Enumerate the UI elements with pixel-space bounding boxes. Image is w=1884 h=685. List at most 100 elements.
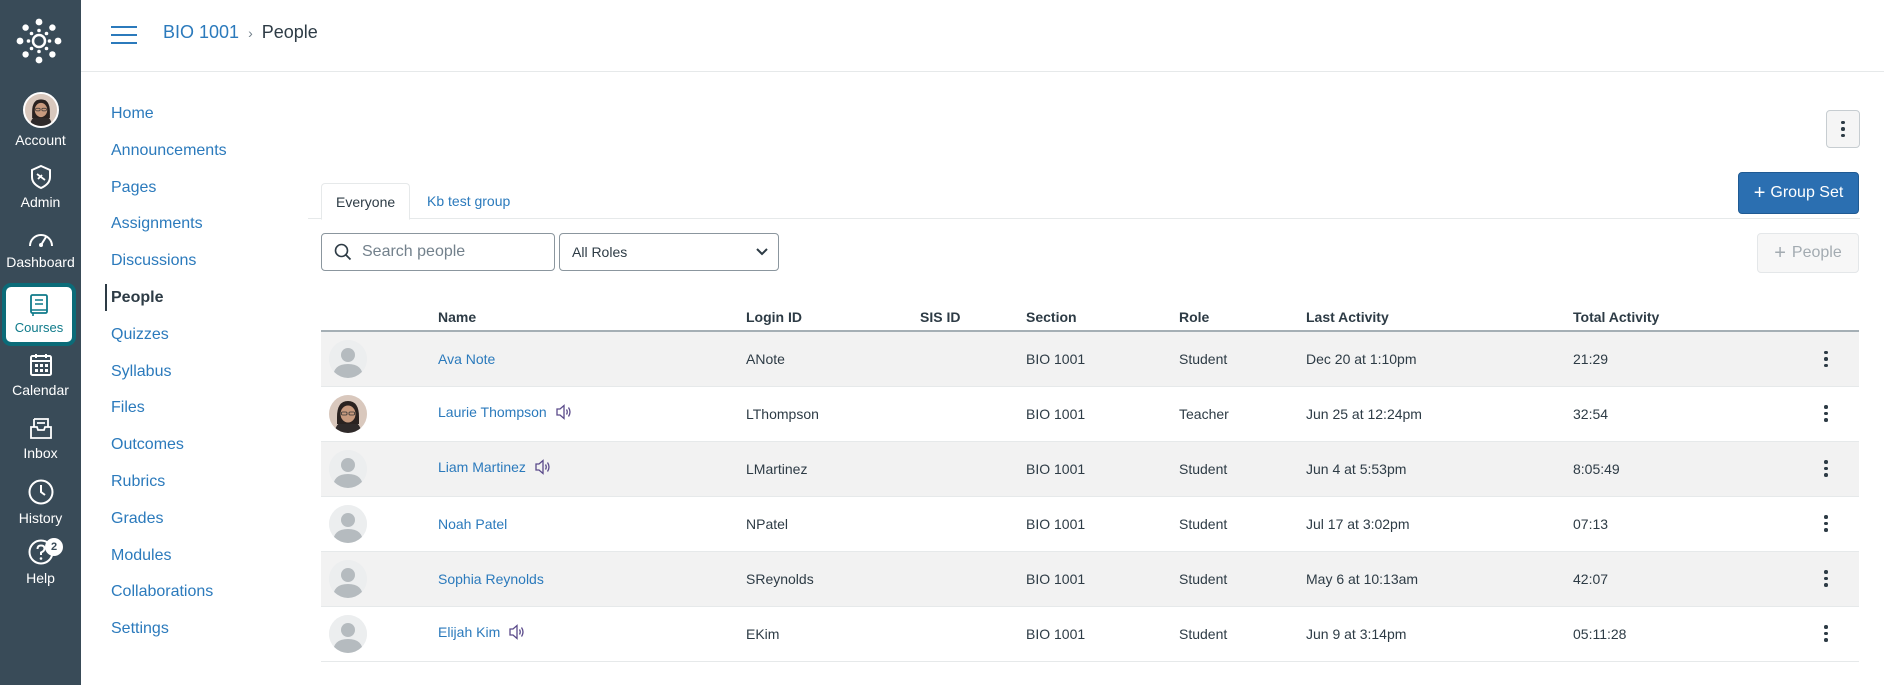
course-nav-pages[interactable]: Pages: [105, 174, 285, 211]
course-nav-collaborations[interactable]: Collaborations: [105, 578, 285, 615]
row-options-kebab-icon[interactable]: [1793, 405, 1859, 422]
row-options-kebab-icon[interactable]: [1793, 460, 1859, 477]
plus-icon: +: [1774, 241, 1786, 264]
course-nav-announcements[interactable]: Announcements: [105, 137, 285, 174]
global-nav-help[interactable]: 2 Help: [0, 538, 81, 600]
search-people-field[interactable]: [321, 233, 555, 271]
course-nav-modules[interactable]: Modules: [105, 542, 285, 579]
global-nav-inbox[interactable]: Inbox: [0, 415, 81, 477]
courses-label: Courses: [14, 320, 64, 335]
row-name-cell: Liam Martinez: [438, 441, 746, 497]
row-options-kebab-icon[interactable]: [1793, 625, 1859, 642]
search-people-input[interactable]: [362, 243, 542, 261]
breadcrumb-course-link[interactable]: BIO 1001: [163, 22, 239, 43]
name-pronunciation-speaker-icon[interactable]: [534, 459, 552, 478]
row-avatar-cell: [321, 331, 438, 387]
course-nav: Home Announcements Pages Assignments Dis…: [105, 100, 285, 652]
user-name-link[interactable]: Noah Patel: [438, 516, 507, 532]
user-name-link[interactable]: Elijah Kim: [438, 624, 500, 640]
row-total-activity: 07:13: [1573, 496, 1793, 552]
search-icon: [334, 243, 352, 261]
row-options-kebab-icon[interactable]: [1793, 350, 1859, 367]
row-name-cell: Noah Patel: [438, 496, 746, 552]
row-actions-cell: [1793, 441, 1859, 497]
row-name-cell: Elijah Kim: [438, 606, 746, 662]
page-header: BIO 1001 › People: [81, 0, 1884, 72]
course-nav-rubrics[interactable]: Rubrics: [105, 468, 285, 505]
table-row: Liam Martinez LMartinez BIO 1001 Student Jun…: [321, 441, 1859, 497]
people-tabs: Everyone Kb test group: [308, 183, 1860, 220]
course-nav-grades[interactable]: Grades: [105, 505, 285, 542]
table-row: Elijah Kim EKim BIO 1001 Student Jun 9 at 3:…: [321, 606, 1859, 662]
name-pronunciation-speaker-icon[interactable]: [508, 624, 526, 643]
course-nav-quizzes[interactable]: Quizzes: [105, 321, 285, 358]
breadcrumb-chevron-icon: ›: [248, 24, 253, 41]
header-sis-id[interactable]: SIS ID: [920, 303, 1026, 332]
global-nav-courses[interactable]: Courses: [2, 283, 76, 346]
add-people-label: People: [1791, 244, 1842, 261]
calendar-label: Calendar: [12, 382, 69, 398]
page-options-kebab-icon[interactable]: [1826, 110, 1860, 148]
row-section: BIO 1001: [1026, 551, 1179, 607]
header-last-activity[interactable]: Last Activity: [1306, 303, 1573, 332]
global-nav-calendar[interactable]: Calendar: [0, 352, 81, 414]
tab-everyone[interactable]: Everyone: [321, 183, 411, 220]
course-nav-outcomes[interactable]: Outcomes: [105, 431, 285, 468]
hamburger-menu-icon[interactable]: [111, 26, 137, 46]
course-nav-discussions[interactable]: Discussions: [105, 247, 285, 284]
role-filter-select[interactable]: All Roles: [559, 233, 779, 271]
add-group-set-button[interactable]: + Group Set: [1738, 172, 1859, 214]
user-name-link[interactable]: Ava Note: [438, 351, 495, 367]
name-pronunciation-speaker-icon[interactable]: [555, 404, 573, 423]
row-avatar-cell: [321, 551, 438, 607]
canvas-logo-icon[interactable]: [16, 18, 62, 64]
photo-avatar: [329, 394, 367, 433]
header-name[interactable]: Name: [438, 303, 746, 332]
row-role: Teacher: [1179, 386, 1306, 442]
admin-label: Admin: [20, 194, 61, 210]
user-name-link[interactable]: Liam Martinez: [438, 459, 526, 475]
tab-kb-test-group[interactable]: Kb test group: [413, 183, 524, 220]
global-nav-dashboard[interactable]: Dashboard: [0, 228, 81, 290]
row-login-id: NPatel: [746, 496, 920, 552]
admin-shield-icon: [30, 164, 51, 190]
global-nav-history[interactable]: History: [0, 478, 81, 540]
row-total-activity: 8:05:49: [1573, 441, 1793, 497]
course-nav-syllabus[interactable]: Syllabus: [105, 358, 285, 395]
row-section: BIO 1001: [1026, 606, 1179, 662]
course-nav-home[interactable]: Home: [105, 100, 285, 137]
row-sis-id: [920, 496, 1026, 552]
row-login-id: LMartinez: [746, 441, 920, 497]
row-last-activity: Jun 4 at 5:53pm: [1306, 441, 1573, 497]
header-total-activity[interactable]: Total Activity: [1573, 303, 1793, 332]
global-nav-account[interactable]: Account: [0, 92, 81, 154]
course-nav-files[interactable]: Files: [105, 394, 285, 431]
global-nav-admin[interactable]: Admin: [0, 164, 81, 226]
row-section: BIO 1001: [1026, 441, 1179, 497]
course-nav-people[interactable]: People: [105, 283, 285, 311]
row-role: Student: [1179, 331, 1306, 387]
user-name-link[interactable]: Laurie Thompson: [438, 404, 547, 420]
row-total-activity: 21:29: [1573, 331, 1793, 387]
courses-book-icon: [30, 294, 48, 316]
row-sis-id: [920, 386, 1026, 442]
plus-icon: +: [1753, 181, 1766, 204]
table-header-row: Name Login ID SIS ID Section Role Last A…: [321, 303, 1859, 332]
row-options-kebab-icon[interactable]: [1793, 570, 1859, 587]
table-row: Ava Note ANote BIO 1001 Student Dec 20 at 1:…: [321, 331, 1859, 387]
row-options-kebab-icon[interactable]: [1793, 515, 1859, 532]
dashboard-label: Dashboard: [6, 254, 75, 270]
inbox-label: Inbox: [23, 445, 58, 461]
table-row: Sophia Reynolds SReynolds BIO 1001 Student M…: [321, 551, 1859, 607]
course-nav-assignments[interactable]: Assignments: [105, 210, 285, 247]
history-clock-icon: [28, 479, 53, 505]
course-nav-settings[interactable]: Settings: [105, 615, 285, 652]
header-login-id[interactable]: Login ID: [746, 303, 920, 332]
user-name-link[interactable]: Sophia Reynolds: [438, 571, 544, 587]
add-people-button[interactable]: + People: [1757, 233, 1859, 273]
header-section[interactable]: Section: [1026, 303, 1179, 332]
row-actions-cell: [1793, 551, 1859, 607]
row-last-activity: Jun 25 at 12:24pm: [1306, 386, 1573, 442]
row-section: BIO 1001: [1026, 386, 1179, 442]
header-role[interactable]: Role: [1179, 303, 1306, 332]
